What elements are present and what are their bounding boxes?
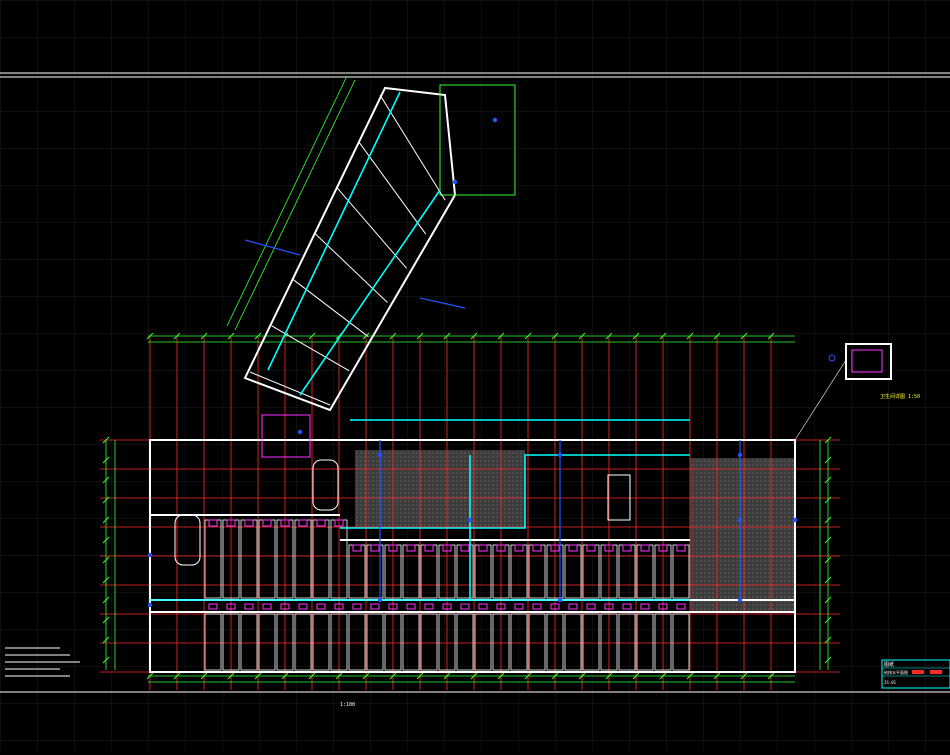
- pipe-riser: [467, 517, 473, 523]
- pipe-riser: [147, 602, 153, 608]
- pipe-riser: [377, 597, 383, 603]
- title-block-row: 给排水平面图: [884, 669, 908, 675]
- pipe-riser: [737, 452, 743, 458]
- floor-plan-drawing: 卫生间详图 1:50 图纸 给排水平面图 JS-01 1:100: [0, 0, 950, 751]
- pipe-riser: [492, 117, 498, 123]
- pipe-riser: [377, 452, 383, 458]
- title-block-label: 图纸: [884, 661, 894, 668]
- pipe-riser: [792, 517, 798, 523]
- pipe-riser: [147, 552, 153, 558]
- pipe-riser: [557, 597, 563, 603]
- pipe-riser: [557, 452, 563, 458]
- pipe-riser: [737, 517, 743, 523]
- cad-canvas[interactable]: 卫生间详图 1:50 图纸 给排水平面图 JS-01 1:100: [0, 0, 950, 751]
- detail-label: 卫生间详图 1:50: [880, 393, 920, 400]
- scale-note: 1:100: [340, 702, 355, 708]
- pipe-riser: [737, 597, 743, 603]
- title-block-row: JS-01: [884, 680, 897, 685]
- pipe-riser: [297, 429, 303, 435]
- pipe-riser: [452, 179, 458, 185]
